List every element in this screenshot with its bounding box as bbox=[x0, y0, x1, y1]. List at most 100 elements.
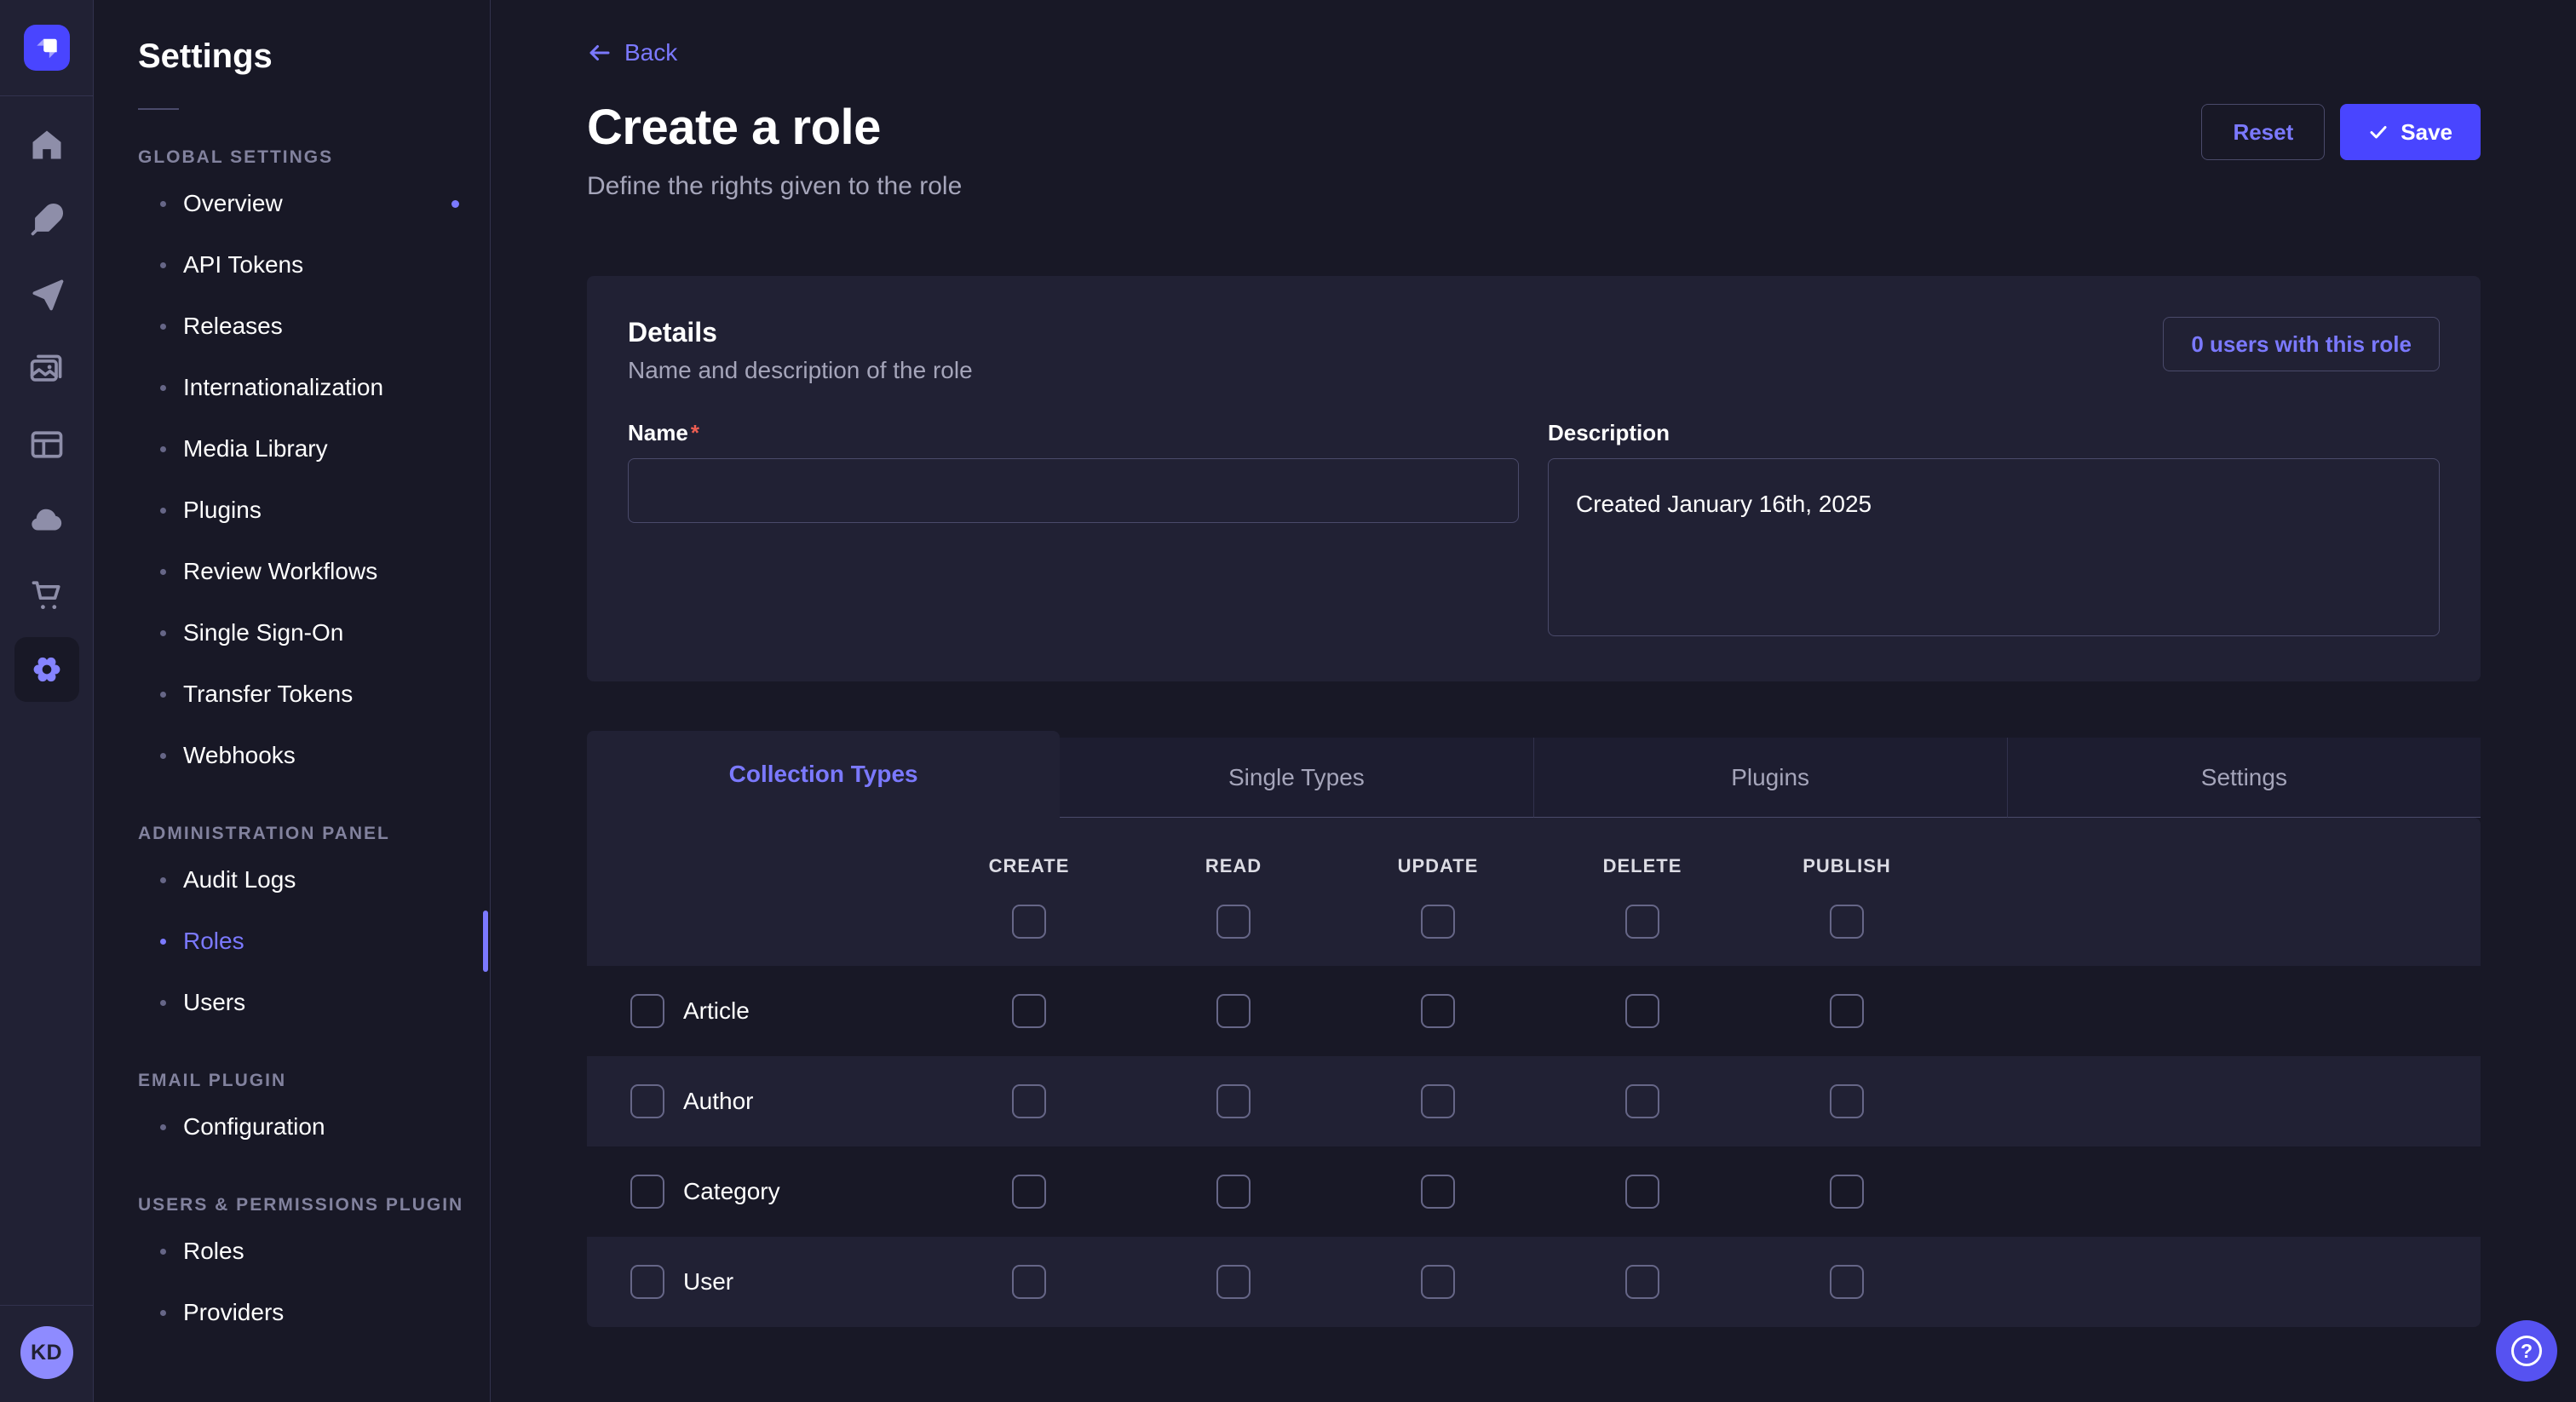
sidebar-item-internationalization[interactable]: Internationalization bbox=[138, 357, 490, 418]
tab-collection-types[interactable]: Collection Types bbox=[587, 731, 1060, 818]
back-link[interactable]: Back bbox=[587, 0, 677, 66]
sidebar-item-deploy[interactable] bbox=[0, 482, 93, 557]
notification-dot bbox=[451, 200, 459, 208]
settings-subnav: Settings GLOBAL SETTINGS Overview API To… bbox=[94, 0, 491, 1402]
avatar[interactable]: KD bbox=[20, 1326, 73, 1379]
permission-checkbox-publish[interactable] bbox=[1830, 1175, 1864, 1209]
bullet-icon bbox=[160, 753, 166, 759]
strapi-logo[interactable] bbox=[24, 25, 70, 71]
nav-item-label: Transfer Tokens bbox=[183, 681, 353, 708]
sidebar-item-api-tokens[interactable]: API Tokens bbox=[138, 234, 490, 296]
tab-plugins[interactable]: Plugins bbox=[1533, 738, 2007, 818]
select-all-create-checkbox[interactable] bbox=[1012, 905, 1046, 939]
tab-single-types[interactable]: Single Types bbox=[1060, 738, 1532, 818]
permission-checkbox-read[interactable] bbox=[1216, 1265, 1251, 1299]
description-field[interactable]: Created January 16th, 2025 bbox=[1548, 458, 2440, 636]
sidebar-item-transfer-tokens[interactable]: Transfer Tokens bbox=[138, 664, 490, 725]
permission-checkbox-read[interactable] bbox=[1216, 1084, 1251, 1118]
sidebar-item-webhooks[interactable]: Webhooks bbox=[138, 725, 490, 786]
tab-settings[interactable]: Settings bbox=[2007, 738, 2481, 818]
sidebar-item-content-type-builder[interactable] bbox=[0, 407, 93, 482]
description-label: Description bbox=[1548, 420, 2440, 446]
bullet-icon bbox=[160, 692, 166, 698]
sidebar-item-home[interactable] bbox=[0, 107, 93, 182]
row-select-checkbox[interactable] bbox=[630, 994, 664, 1028]
sidebar-item-releases[interactable] bbox=[0, 257, 93, 332]
sidebar-item-audit-logs[interactable]: Audit Logs bbox=[138, 849, 490, 911]
sidebar-item-media-library[interactable]: Media Library bbox=[138, 418, 490, 480]
permission-checkbox-create[interactable] bbox=[1012, 994, 1046, 1028]
permission-checkbox-create[interactable] bbox=[1012, 1265, 1046, 1299]
sidebar-item-releases[interactable]: Releases bbox=[138, 296, 490, 357]
check-icon bbox=[2368, 122, 2389, 142]
table-row-author: Author bbox=[587, 1056, 2481, 1146]
select-all-read-checkbox[interactable] bbox=[1216, 905, 1251, 939]
permission-checkbox-publish[interactable] bbox=[1830, 1265, 1864, 1299]
rail-divider bbox=[0, 1305, 93, 1306]
sidebar-item-settings[interactable] bbox=[0, 632, 93, 707]
permissions-panel: CREATE READ UPDATE DELETE PUBLISH bbox=[587, 818, 2481, 1327]
select-all-update-checkbox[interactable] bbox=[1421, 905, 1455, 939]
permission-checkbox-update[interactable] bbox=[1421, 1084, 1455, 1118]
permission-checkbox-create[interactable] bbox=[1012, 1175, 1046, 1209]
row-select-checkbox[interactable] bbox=[630, 1175, 664, 1209]
permission-checkbox-delete[interactable] bbox=[1625, 994, 1659, 1028]
column-header-create: CREATE bbox=[989, 855, 1070, 877]
sidebar-item-review-workflows[interactable]: Review Workflows bbox=[138, 541, 490, 602]
subnav-title: Settings bbox=[138, 37, 490, 76]
table-row-user: User bbox=[587, 1237, 2481, 1327]
bullet-icon bbox=[160, 1249, 166, 1255]
subnav-divider bbox=[138, 108, 179, 110]
permission-checkbox-publish[interactable] bbox=[1830, 1084, 1864, 1118]
permission-checkbox-read[interactable] bbox=[1216, 994, 1251, 1028]
permission-checkbox-update[interactable] bbox=[1421, 1265, 1455, 1299]
users-with-role-button[interactable]: 0 users with this role bbox=[2163, 317, 2440, 371]
nav-item-label: Plugins bbox=[183, 497, 262, 524]
nav-item-label: Media Library bbox=[183, 435, 328, 463]
permission-checkbox-delete[interactable] bbox=[1625, 1084, 1659, 1118]
help-button[interactable]: ? bbox=[2496, 1320, 2557, 1382]
select-all-delete-checkbox[interactable] bbox=[1625, 905, 1659, 939]
permission-checkbox-delete[interactable] bbox=[1625, 1265, 1659, 1299]
permissions-header-row: CREATE READ UPDATE DELETE PUBLISH bbox=[587, 818, 2481, 966]
permission-checkbox-update[interactable] bbox=[1421, 1175, 1455, 1209]
settings-active-highlight bbox=[14, 637, 79, 702]
column-header-delete: DELETE bbox=[1603, 855, 1682, 877]
permission-checkbox-create[interactable] bbox=[1012, 1084, 1046, 1118]
sidebar-item-content-manager[interactable] bbox=[0, 182, 93, 257]
required-asterisk: * bbox=[691, 420, 699, 445]
bullet-icon bbox=[160, 1000, 166, 1006]
sidebar-item-users[interactable]: Users bbox=[138, 972, 490, 1033]
cloud-icon bbox=[28, 501, 66, 538]
page-title: Create a role bbox=[587, 99, 881, 156]
name-field[interactable] bbox=[628, 458, 1519, 523]
permission-checkbox-read[interactable] bbox=[1216, 1175, 1251, 1209]
row-select-checkbox[interactable] bbox=[630, 1265, 664, 1299]
sidebar-item-roles-up[interactable]: Roles bbox=[138, 1221, 490, 1282]
sidebar-item-overview[interactable]: Overview bbox=[138, 173, 490, 234]
save-label: Save bbox=[2401, 119, 2452, 146]
row-label: Article bbox=[683, 997, 750, 1025]
permission-checkbox-update[interactable] bbox=[1421, 994, 1455, 1028]
nav-item-label: Configuration bbox=[183, 1113, 325, 1141]
active-indicator-bar bbox=[483, 911, 488, 972]
sidebar-item-single-sign-on[interactable]: Single Sign-On bbox=[138, 602, 490, 664]
permission-checkbox-delete[interactable] bbox=[1625, 1175, 1659, 1209]
sidebar-item-configuration[interactable]: Configuration bbox=[138, 1096, 490, 1158]
bullet-icon bbox=[160, 324, 166, 330]
sidebar-item-roles-admin[interactable]: Roles bbox=[138, 911, 490, 972]
sidebar-item-marketplace[interactable] bbox=[0, 557, 93, 632]
row-label: User bbox=[683, 1268, 733, 1296]
paper-plane-icon bbox=[28, 276, 66, 313]
select-all-publish-checkbox[interactable] bbox=[1830, 905, 1864, 939]
reset-button[interactable]: Reset bbox=[2201, 104, 2325, 160]
permission-checkbox-publish[interactable] bbox=[1830, 994, 1864, 1028]
row-label: Category bbox=[683, 1178, 780, 1205]
sidebar-item-plugins[interactable]: Plugins bbox=[138, 480, 490, 541]
save-button[interactable]: Save bbox=[2340, 104, 2481, 160]
sidebar-item-media-library[interactable] bbox=[0, 332, 93, 407]
sidebar-item-providers[interactable]: Providers bbox=[138, 1282, 490, 1343]
row-select-checkbox[interactable] bbox=[630, 1084, 664, 1118]
strapi-logo-icon bbox=[31, 32, 63, 64]
main-nav-rail: KD bbox=[0, 0, 94, 1402]
